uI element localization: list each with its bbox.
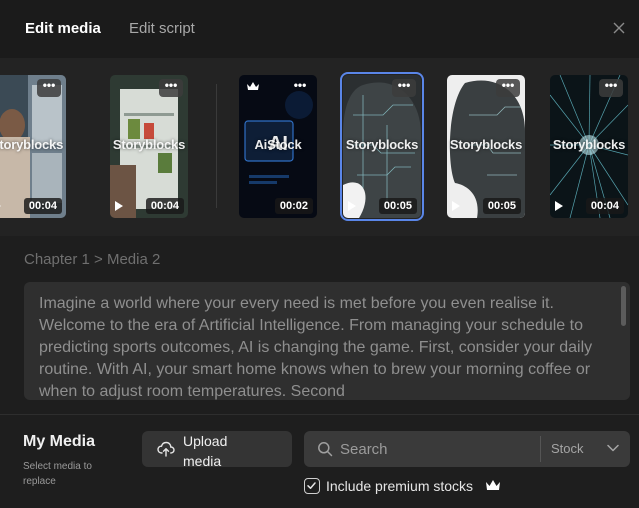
premium-label: Include premium stocks — [326, 478, 474, 494]
media-thumbnail-selected[interactable]: Storyblocks ••• 00:05 — [340, 72, 424, 221]
more-options-icon[interactable]: ••• — [37, 79, 61, 97]
duration-badge: 00:05 — [482, 198, 521, 214]
tab-edit-media[interactable]: Edit media — [25, 20, 101, 38]
search-input[interactable] — [340, 438, 530, 460]
play-icon[interactable] — [115, 201, 123, 211]
my-media-hint: Select media to replace — [23, 461, 92, 487]
play-icon[interactable] — [452, 201, 460, 211]
edit-media-panel: Edit media Edit script Storyblocks ••• 0… — [0, 0, 639, 508]
strip-divider — [216, 84, 217, 208]
script-textarea[interactable]: Imagine a world where your every need is… — [24, 282, 630, 400]
script-text[interactable]: Imagine a world where your every need is… — [39, 293, 599, 400]
aistock-watermark: AiStock — [254, 137, 302, 152]
upload-media-label: Upload media — [183, 433, 228, 469]
duration-badge: 00:04 — [23, 198, 62, 214]
more-options-icon[interactable]: ••• — [496, 79, 520, 97]
chevron-down-icon[interactable] — [607, 444, 619, 452]
close-icon[interactable] — [611, 20, 627, 36]
upload-media-button[interactable]: Upload media — [142, 431, 292, 469]
storyblocks-watermark: Storyblocks — [345, 137, 419, 152]
check-icon — [307, 482, 316, 489]
play-icon[interactable] — [555, 201, 563, 211]
play-icon[interactable] — [348, 201, 356, 211]
duration-badge: 00:05 — [378, 198, 417, 214]
scrollbar[interactable] — [621, 286, 626, 326]
media-thumbnail[interactable]: AI AiStock ••• 00:02 — [239, 75, 317, 218]
storyblocks-watermark: Storyblocks — [552, 137, 626, 152]
media-thumbnail[interactable]: Storyblocks ••• 00:04 — [550, 75, 628, 218]
premium-checkbox[interactable] — [304, 478, 320, 494]
tab-edit-script[interactable]: Edit script — [129, 20, 195, 38]
breadcrumb: Chapter 1 > Media 2 — [24, 251, 161, 268]
storyblocks-watermark: Storyblocks — [0, 137, 64, 152]
storyblocks-watermark: Storyblocks — [449, 137, 523, 152]
header: Edit media Edit script — [0, 0, 639, 58]
media-thumbnail[interactable]: Storyblocks ••• 00:05 — [447, 75, 525, 218]
search-separator — [540, 436, 541, 462]
duration-badge: 00:04 — [145, 198, 184, 214]
duration-badge: 00:04 — [585, 198, 624, 214]
premium-crown-icon — [247, 82, 259, 90]
cloud-upload-icon — [157, 441, 175, 457]
media-thumbnail[interactable]: Storyblocks ••• 00:04 — [110, 75, 188, 218]
storyblocks-watermark: Storyblocks — [112, 137, 186, 152]
more-options-icon[interactable]: ••• — [392, 79, 416, 97]
section-divider — [0, 414, 639, 415]
media-thumbnail[interactable]: Storyblocks ••• 00:04 — [0, 75, 66, 218]
more-options-icon[interactable]: ••• — [599, 79, 623, 97]
search-box: Stock — [304, 431, 630, 467]
more-options-icon[interactable]: ••• — [288, 79, 312, 97]
media-strip: Storyblocks ••• 00:04 Storyblocks ••• 00… — [0, 58, 639, 236]
duration-badge: 00:02 — [274, 198, 313, 214]
search-icon — [318, 442, 333, 457]
source-select-value[interactable]: Stock — [551, 441, 584, 456]
more-options-icon[interactable]: ••• — [159, 79, 183, 97]
my-media-title: My Media — [23, 433, 96, 450]
premium-crown-icon — [486, 480, 500, 490]
play-icon[interactable] — [0, 201, 1, 211]
